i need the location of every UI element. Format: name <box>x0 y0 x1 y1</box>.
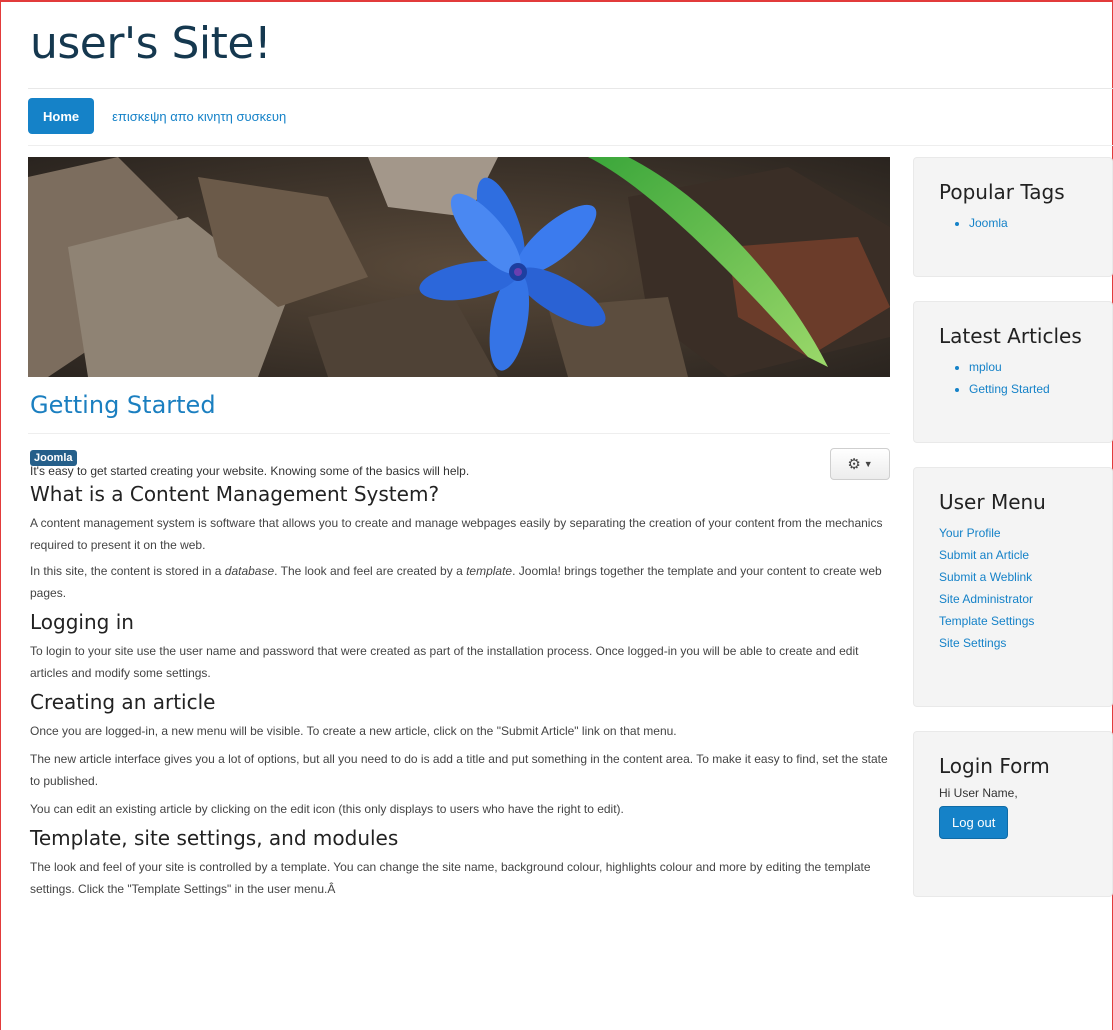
section-paragraph: The look and feel of your site is contro… <box>30 860 871 896</box>
login-form-module: Login Form Hi User Name, Log out <box>913 731 1113 897</box>
section-heading: Template, site settings, and modules <box>30 826 399 850</box>
section-heading: Logging in <box>30 610 134 634</box>
menu-link-profile[interactable]: Your Profile <box>939 526 1001 540</box>
logout-button[interactable]: Log out <box>939 806 1009 839</box>
tag-list: Joomla <box>939 212 1087 234</box>
list-item: Submit an Article <box>939 544 1087 566</box>
list-item: Template Settings <box>939 610 1087 632</box>
paragraph-text: . The look and feel are created by a <box>274 564 467 578</box>
section-paragraph: A content management system is software … <box>30 516 883 552</box>
header-divider <box>28 88 1113 89</box>
article-intro: It's easy to get started creating your w… <box>30 464 470 478</box>
menu-link-submit-weblink[interactable]: Submit a Weblink <box>939 570 1032 584</box>
section-heading: Creating an article <box>30 690 216 714</box>
paragraph-text: In this site, the content is stored in a <box>30 564 225 578</box>
article-body: What is a Content Management System? A c… <box>28 482 890 900</box>
site-title[interactable]: user's Site! <box>30 18 272 69</box>
menu-link-site-settings[interactable]: Site Settings <box>939 636 1006 650</box>
menu-link-template-settings[interactable]: Template Settings <box>939 614 1034 628</box>
section-paragraph: To login to your site use the user name … <box>30 644 859 680</box>
latest-articles-module: Latest Articles mplou Getting Started <box>913 301 1113 443</box>
list-item: Submit a Weblink <box>939 566 1087 588</box>
main-nav: Home επισκεψη απο κινητη συσκευη <box>28 98 286 134</box>
sidebar: Popular Tags Joomla Latest Articles mplo… <box>913 157 1113 921</box>
title-divider <box>28 433 890 434</box>
nav-home-link[interactable]: Home <box>28 98 95 134</box>
list-item: Site Settings <box>939 632 1087 654</box>
main-content: Getting Started Joomla It's easy to get … <box>28 157 890 900</box>
module-title: Login Form <box>939 754 1050 778</box>
tag-link[interactable]: Joomla <box>969 216 1008 230</box>
module-title: User Menu <box>939 490 1046 514</box>
article-options-button[interactable]: ⚙ ▼ <box>830 448 890 480</box>
user-menu-module: User Menu Your Profile Submit an Article… <box>913 467 1113 707</box>
nav-divider <box>28 145 1113 146</box>
section-paragraph: You can edit an existing article by clic… <box>30 802 624 816</box>
menu-link-site-admin[interactable]: Site Administrator <box>939 592 1033 606</box>
section-paragraph: The new article interface gives you a lo… <box>30 752 888 788</box>
module-title: Popular Tags <box>939 180 1065 204</box>
article-link[interactable]: mplou <box>969 360 1002 374</box>
list-item: Joomla <box>969 212 1087 234</box>
list-item: Site Administrator <box>939 588 1087 610</box>
login-greeting: Hi User Name, <box>939 786 1018 800</box>
article-meta: Joomla It's easy to get started creating… <box>28 448 890 480</box>
caret-down-icon: ▼ <box>863 459 873 469</box>
section-paragraph: Once you are logged-in, a new menu will … <box>30 724 677 738</box>
menu-link-submit-article[interactable]: Submit an Article <box>939 548 1029 562</box>
list-item: Your Profile <box>939 522 1087 544</box>
nav-mobile-link[interactable]: επισκεψη απο κινητη συσκευη <box>112 109 286 124</box>
article-link[interactable]: Getting Started <box>969 382 1050 396</box>
section-heading: What is a Content Management System? <box>30 482 440 506</box>
section-paragraph: In this site, the content is stored in a… <box>28 560 890 604</box>
hero-image <box>28 157 890 377</box>
popular-tags-module: Popular Tags Joomla <box>913 157 1113 277</box>
user-menu-list: Your Profile Submit an Article Submit a … <box>939 522 1087 654</box>
article-title[interactable]: Getting Started <box>30 391 890 419</box>
list-item: mplou <box>969 356 1087 378</box>
paragraph-emphasis: template <box>466 564 513 578</box>
article-list: mplou Getting Started <box>939 356 1087 400</box>
paragraph-emphasis: database <box>224 564 275 578</box>
list-item: Getting Started <box>969 378 1087 400</box>
gear-icon: ⚙ <box>847 456 861 473</box>
module-title: Latest Articles <box>939 324 1082 348</box>
